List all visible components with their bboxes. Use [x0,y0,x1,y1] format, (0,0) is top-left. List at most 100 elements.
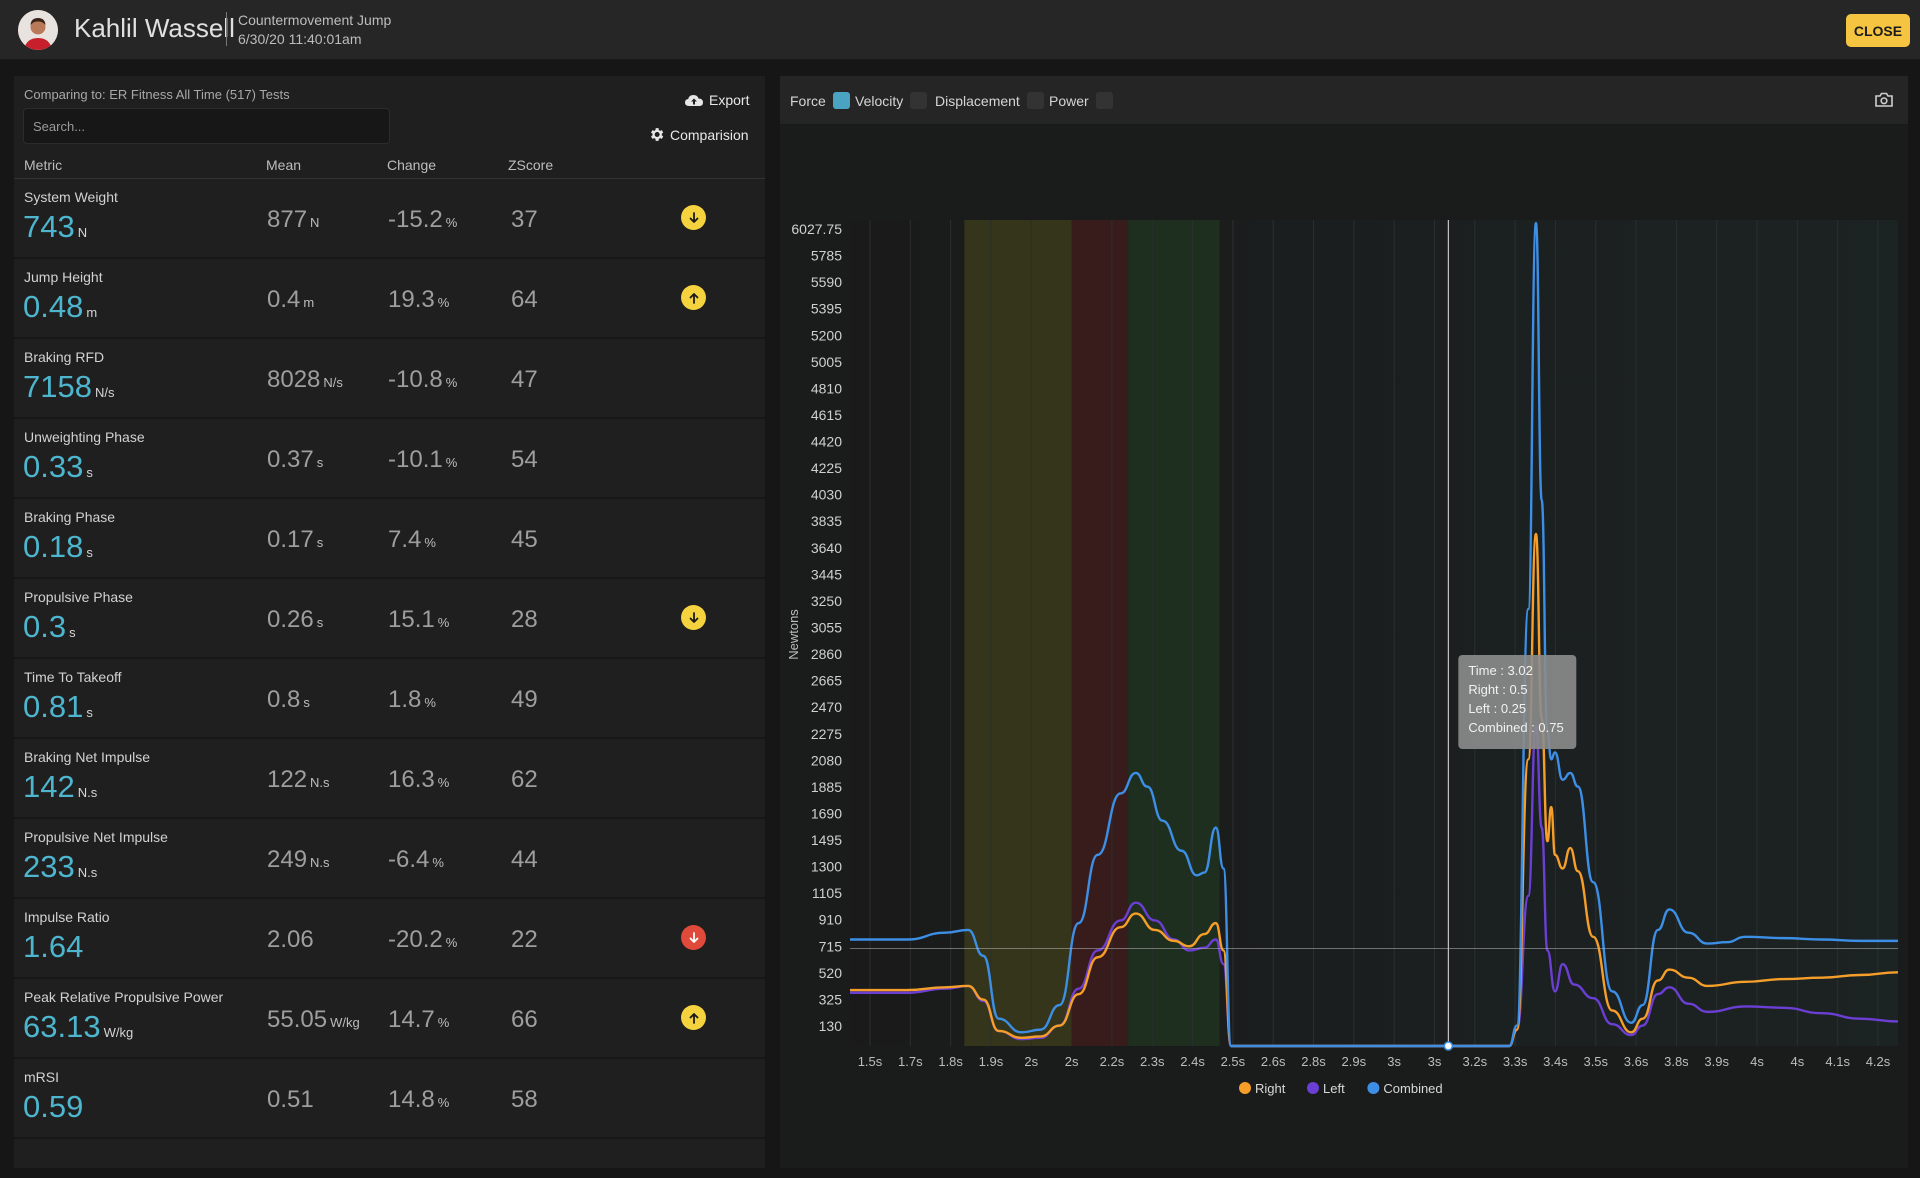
x-tick-label: 2.5s [1221,1054,1246,1069]
metric-row[interactable]: System Weight 743 N 877 N -15.2 % 37 [14,179,765,259]
metric-zscore: 54 [511,446,538,473]
metric-row[interactable]: Impulse Ratio 1.64 2.06 -20.2 % 22 [14,899,765,979]
close-button[interactable]: CLOSE [1846,14,1910,47]
toggle-power-checkbox[interactable] [1095,92,1113,109]
x-tick-label: 1.9s [979,1054,1004,1069]
metric-mean: 249 N.s [267,846,330,874]
y-tick-label: 4810 [811,380,842,396]
metric-row[interactable]: Braking Net Impulse 142 N.s 122 N.s 16.3… [14,739,765,819]
metric-row[interactable]: Time To Takeoff 0.81 s 0.8 s 1.8 % 49 [14,659,765,739]
metric-change-number: 15.1 [388,606,435,633]
toggle-displacement-checkbox[interactable] [1026,92,1044,109]
legend-label-right: Right [1255,1081,1286,1096]
metric-change: 19.3 % [388,286,449,314]
metric-zscore: 64 [511,286,538,313]
metric-change-unit: % [437,775,450,790]
metric-value-unit: s [86,705,93,720]
force-chart[interactable]: 1.5s 1.7s 1.8s 1.9s 2s 2s 2.2s 2.3s 2.4s 2.5s 2.6s… [780,128,1908,1168]
metric-row[interactable]: Unweighting Phase 0.33 s 0.37 s -10.1 % … [14,419,765,499]
metric-change-number: 7.4 [388,526,422,553]
force-chart-svg: 1.5s 1.7s 1.8s 1.9s 2s 2s 2.2s 2.3s 2.4s 2.5s 2.6s… [786,220,1899,1096]
y-tick-label: 3835 [811,513,842,529]
metric-zscore: 22 [511,926,538,953]
metric-label: Impulse Ratio [24,909,110,925]
crosshair-point [1443,1041,1454,1051]
tooltip-combined: Combined : 0.75 [1468,720,1563,735]
metric-zscore: 62 [511,766,538,793]
metric-row[interactable]: Peak Relative Propulsive Power 63.13 W/k… [14,979,765,1059]
y-tick-label: 2470 [811,699,842,715]
metric-value-number: 233 [23,849,75,884]
y-tick-label: 715 [819,938,843,954]
metric-row[interactable]: Propulsive Net Impulse 233 N.s 249 N.s -… [14,819,765,899]
metric-value-unit: s [69,625,76,640]
arrow-down-icon [681,925,706,950]
metric-mean-number: 0.51 [267,1086,314,1113]
metric-mean-number: 0.4 [267,286,301,313]
metric-label: Unweighting Phase [24,429,145,445]
x-tick-label: 1.5s [858,1054,883,1069]
metric-row[interactable]: Braking RFD 7158 N/s 8028 N/s -10.8 % 47 [14,339,765,419]
x-tick-label: 4.2s [1866,1054,1891,1069]
y-tick-label: 6027.75 [791,221,842,237]
metric-value: 0.33 s [23,449,93,485]
column-header-mean: Mean [266,157,302,173]
metric-row[interactable]: Jump Height 0.48 m 0.4 m 19.3 % 64 [14,259,765,339]
metric-mean: 8028 N/s [267,366,343,394]
metric-row[interactable]: Propulsive Phase 0.3 s 0.26 s 15.1 % 28 [14,579,765,659]
y-tick-label: 1885 [811,779,842,795]
series-toggle-bar: Force Velocity Displacement Power [780,76,1908,125]
phase-band-unweighting [964,220,1072,1046]
metric-value: 142 N.s [23,769,97,805]
metric-mean-unit: m [303,295,315,310]
y-tick-label: 4225 [811,460,842,476]
metric-change-unit: % [437,615,450,630]
legend-label-left: Left [1323,1081,1345,1096]
metric-value-number: 0.48 [23,289,84,324]
metric-row[interactable]: Braking Phase 0.18 s 0.17 s 7.4 % 45 [14,499,765,579]
metric-mean: 0.17 s [267,526,323,554]
toggle-displacement[interactable]: Displacement [935,92,1044,109]
toggle-power[interactable]: Power [1049,92,1113,109]
metric-mean-number: 249 [267,846,308,873]
metric-value: 233 N.s [23,849,97,885]
metric-mean-number: 0.17 [267,526,314,553]
y-tick-label: 2080 [811,752,842,768]
comparison-button[interactable]: Comparision [648,126,749,143]
tooltip-left: Left : 0.25 [1468,701,1526,716]
toggle-force[interactable]: Force [790,92,850,109]
metric-value-unit: N.s [77,865,98,880]
metric-label: Braking RFD [24,349,105,365]
metric-mean-number: 0.37 [267,446,314,473]
camera-icon[interactable] [1875,92,1893,112]
toggle-velocity-checkbox[interactable] [910,92,928,109]
header-divider [226,12,227,46]
toggle-velocity[interactable]: Velocity [855,92,928,109]
metric-row[interactable]: mRSI 0.59 0.51 14.8 % 58 [14,1059,765,1139]
arrow-up-icon [681,1005,706,1030]
metric-value: 63.13 W/kg [23,1009,133,1045]
y-tick-label: 3055 [811,620,842,636]
legend-swatch-combined [1367,1082,1380,1094]
toggle-power-label: Power [1049,92,1089,109]
x-tick-label: 1.7s [898,1054,923,1069]
export-button[interactable]: Export [684,92,749,108]
metric-change: 15.1 % [388,606,449,634]
athlete-name: Kahlil Wassell [74,13,235,43]
toggle-force-checkbox[interactable] [832,92,850,109]
metric-label: Time To Takeoff [24,669,122,685]
metric-label: Propulsive Phase [24,589,133,605]
metric-zscore: 44 [511,846,538,873]
metric-change-unit: % [437,1095,450,1110]
search-input[interactable] [23,108,390,144]
x-tick-label: 2.9s [1342,1054,1367,1069]
arrow-down-icon [681,205,706,230]
y-tick-label: 130 [819,1018,843,1034]
metric-change-unit: % [432,855,444,870]
metric-change-unit: % [445,215,458,230]
metric-mean-unit: N.s [310,855,330,870]
metric-value-number: 142 [23,769,75,804]
legend-label-combined: Combined [1383,1081,1442,1096]
metric-change-unit: % [445,375,458,390]
metric-label: Jump Height [24,269,103,285]
